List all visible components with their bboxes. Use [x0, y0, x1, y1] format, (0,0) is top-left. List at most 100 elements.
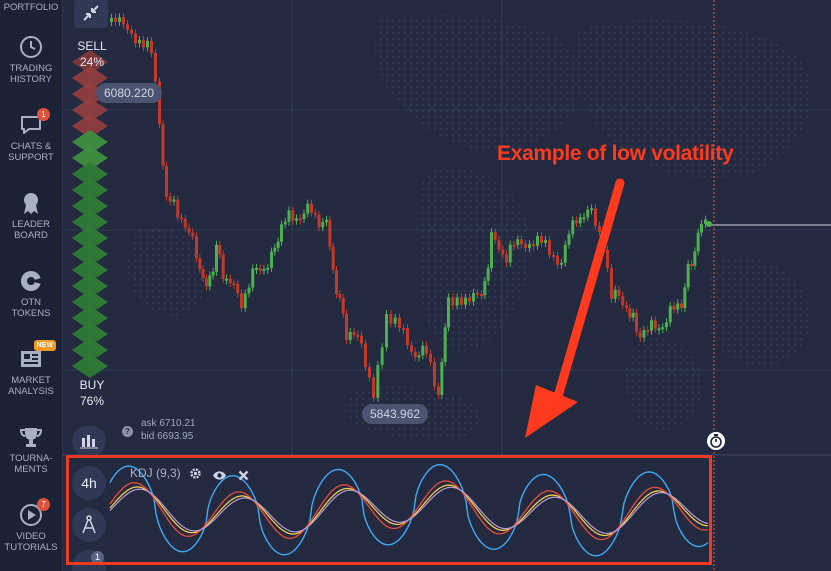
candle [110, 17, 113, 22]
candle [433, 361, 436, 387]
sidebar-item-label: TOURNA- [9, 453, 53, 464]
sidebar-item-label: MENTS [14, 464, 48, 475]
ask-price: ask 6710.21 [141, 418, 196, 429]
candle [696, 232, 700, 252]
candle [567, 234, 571, 245]
sidebar-item-label: LEADER [11, 219, 50, 230]
candle [385, 314, 388, 348]
candle [225, 278, 228, 281]
sidebar-item-label: SUPPORT [8, 152, 54, 163]
chart-type-button[interactable] [72, 426, 106, 456]
sidebar-item-video-tutorials[interactable]: 7 VIDEO TUTORIALS [0, 498, 62, 553]
fullscreen-toggle-button[interactable] [74, 0, 108, 28]
candle [180, 217, 183, 220]
candle [205, 278, 208, 287]
candle [455, 297, 459, 306]
candle [228, 278, 232, 284]
candle [130, 29, 133, 34]
candle [161, 124, 165, 166]
sidebar-item-label: TUTORIALS [4, 542, 58, 553]
annotation-text: Example of low volatility [497, 142, 734, 165]
candle [360, 335, 363, 344]
candle [218, 244, 222, 255]
info-icon[interactable]: ? [122, 426, 133, 437]
candle [321, 222, 325, 228]
candle [508, 244, 512, 263]
candle [536, 236, 539, 246]
candle [472, 292, 475, 302]
buy-sentiment: BUY 76% [74, 377, 110, 409]
sidebar-item-label: TOKENS [11, 308, 51, 319]
sidebar-item-leaderboard[interactable]: LEADER BOARD [0, 190, 62, 241]
candle [150, 40, 153, 54]
sidebar-item-label: VIDEO [16, 531, 46, 542]
candle [208, 275, 212, 287]
notification-badge: 1 [37, 108, 50, 121]
candle [356, 334, 360, 337]
sidebar-item-chats-support[interactable]: 1 CHATS & SUPPORT [0, 108, 62, 163]
candle [635, 312, 638, 332]
candle [451, 297, 455, 306]
buy-label: BUY [79, 378, 105, 392]
candle [516, 239, 520, 245]
sidebar-item-portfolio[interactable]: PORTFOLIO [0, 2, 62, 13]
candle [298, 218, 302, 221]
sidebar-item-label: CHATS & [10, 141, 52, 152]
sidebar-item-tournaments[interactable]: TOURNA- MENTS [0, 424, 62, 475]
candle [142, 39, 145, 48]
candle [594, 208, 597, 226]
candle [317, 214, 321, 228]
candle [364, 343, 367, 368]
candle [578, 217, 582, 224]
candle [154, 53, 157, 82]
sidebar: PORTFOLIO TRADING HISTORY 1 CHATS & SUPP… [0, 0, 63, 571]
candle [690, 264, 693, 267]
candle [236, 283, 240, 294]
candle [460, 297, 463, 305]
candle [172, 199, 176, 202]
candle [352, 331, 356, 335]
candle [693, 251, 697, 266]
bid-price: bid 6693.95 [141, 431, 194, 442]
low-price-label: 5843.962 [362, 404, 429, 424]
timer-icon[interactable] [707, 432, 725, 450]
candle [468, 297, 471, 302]
candle [221, 254, 225, 280]
candle [532, 244, 535, 247]
candle [295, 218, 298, 221]
candle [501, 249, 505, 255]
candle [215, 244, 218, 272]
sidebar-item-label: HISTORY [10, 74, 52, 85]
candle [425, 345, 428, 354]
candle [410, 345, 413, 352]
candle [490, 232, 493, 268]
sell-percent: 24% [79, 55, 105, 69]
candle [625, 305, 628, 309]
candle [421, 345, 425, 356]
candle [650, 320, 653, 331]
candle [338, 294, 342, 298]
candle [345, 313, 348, 340]
candle [528, 244, 531, 248]
candles-icon [80, 433, 98, 454]
sidebar-item-label: MARKET [11, 375, 51, 386]
sidebar-item-otn-tokens[interactable]: OTN TOKENS [0, 268, 62, 319]
candle [575, 220, 578, 224]
candle [476, 292, 479, 295]
sell-sentiment: SELL 24% [74, 38, 110, 70]
sidebar-item-trading-history[interactable]: TRADING HISTORY [0, 34, 62, 85]
newspaper-icon: NEW [18, 340, 56, 372]
candle [122, 17, 125, 25]
candle [198, 258, 202, 270]
candle [661, 327, 665, 330]
candle [389, 314, 393, 324]
candle [480, 294, 483, 297]
sidebar-item-market-analysis[interactable]: NEW MARKET ANALYSIS [0, 340, 62, 397]
candle [168, 196, 172, 202]
candle [548, 240, 551, 256]
candle [283, 221, 287, 225]
play-icon: 7 [18, 498, 50, 528]
medal-icon [18, 190, 44, 216]
candle [262, 268, 266, 271]
candle [668, 305, 672, 323]
